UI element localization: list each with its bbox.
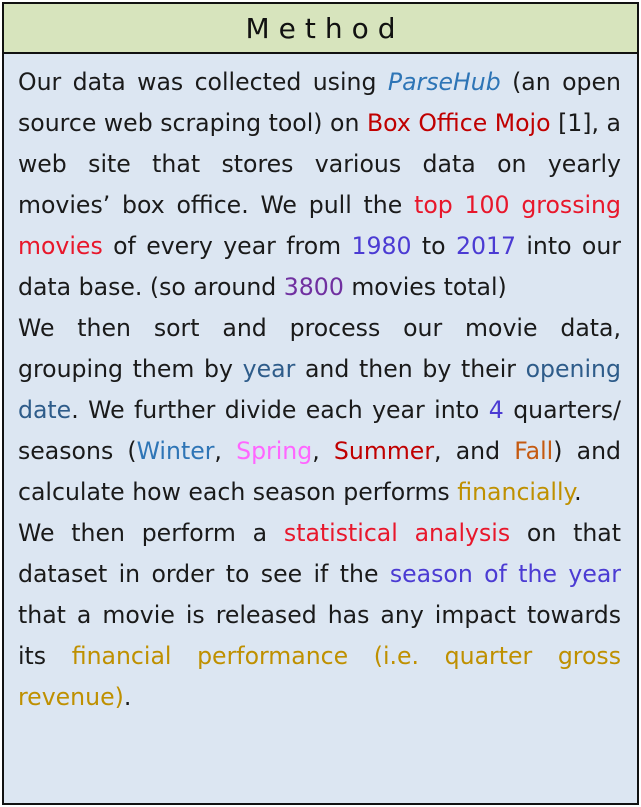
highlighted-term: Spring [236, 437, 313, 465]
body-text: . We further divide each year into [71, 396, 489, 424]
highlighted-term: year [242, 355, 296, 383]
highlighted-term: financial performance (i.e. quarter gros… [18, 642, 621, 711]
highlighted-term: ParseHub [387, 68, 501, 96]
highlighted-term: financially [457, 478, 575, 506]
method-body: Our data was collected using ParseHub (a… [4, 54, 637, 718]
paragraph-statistical-analysis: We then perform a statistical analysis o… [18, 513, 621, 718]
highlighted-term: season of the year [389, 560, 621, 588]
body-text: of every year from [102, 232, 352, 260]
highlighted-term: 1980 [351, 232, 412, 260]
body-text: , and [434, 437, 515, 465]
highlighted-term: Summer [333, 437, 435, 465]
body-text: , [214, 437, 237, 465]
paragraph-data-processing: We then sort and process our movie data,… [18, 308, 621, 513]
highlighted-term: 3800 [283, 273, 344, 301]
method-panel: Method Our data was collected using Pars… [2, 2, 639, 805]
body-text: and then by their [295, 355, 526, 383]
method-header: Method [4, 4, 637, 54]
highlighted-term: 4 [488, 396, 504, 424]
highlighted-term: Fall [514, 437, 554, 465]
method-title: Method [245, 11, 405, 45]
body-text: to [411, 232, 456, 260]
body-text: movies total) [343, 273, 507, 301]
highlighted-term: Winter [136, 437, 215, 465]
highlighted-term: Box Office Mojo [366, 109, 551, 137]
body-text: , [312, 437, 334, 465]
highlighted-term: 2017 [455, 232, 516, 260]
body-text: We then perform a [18, 519, 284, 547]
highlighted-term: statistical analysis [283, 519, 511, 547]
body-text: . [574, 478, 582, 506]
body-text: . [123, 683, 132, 711]
body-text: Our data was collected using [18, 68, 388, 96]
paragraph-data-collection: Our data was collected using ParseHub (a… [18, 62, 621, 308]
